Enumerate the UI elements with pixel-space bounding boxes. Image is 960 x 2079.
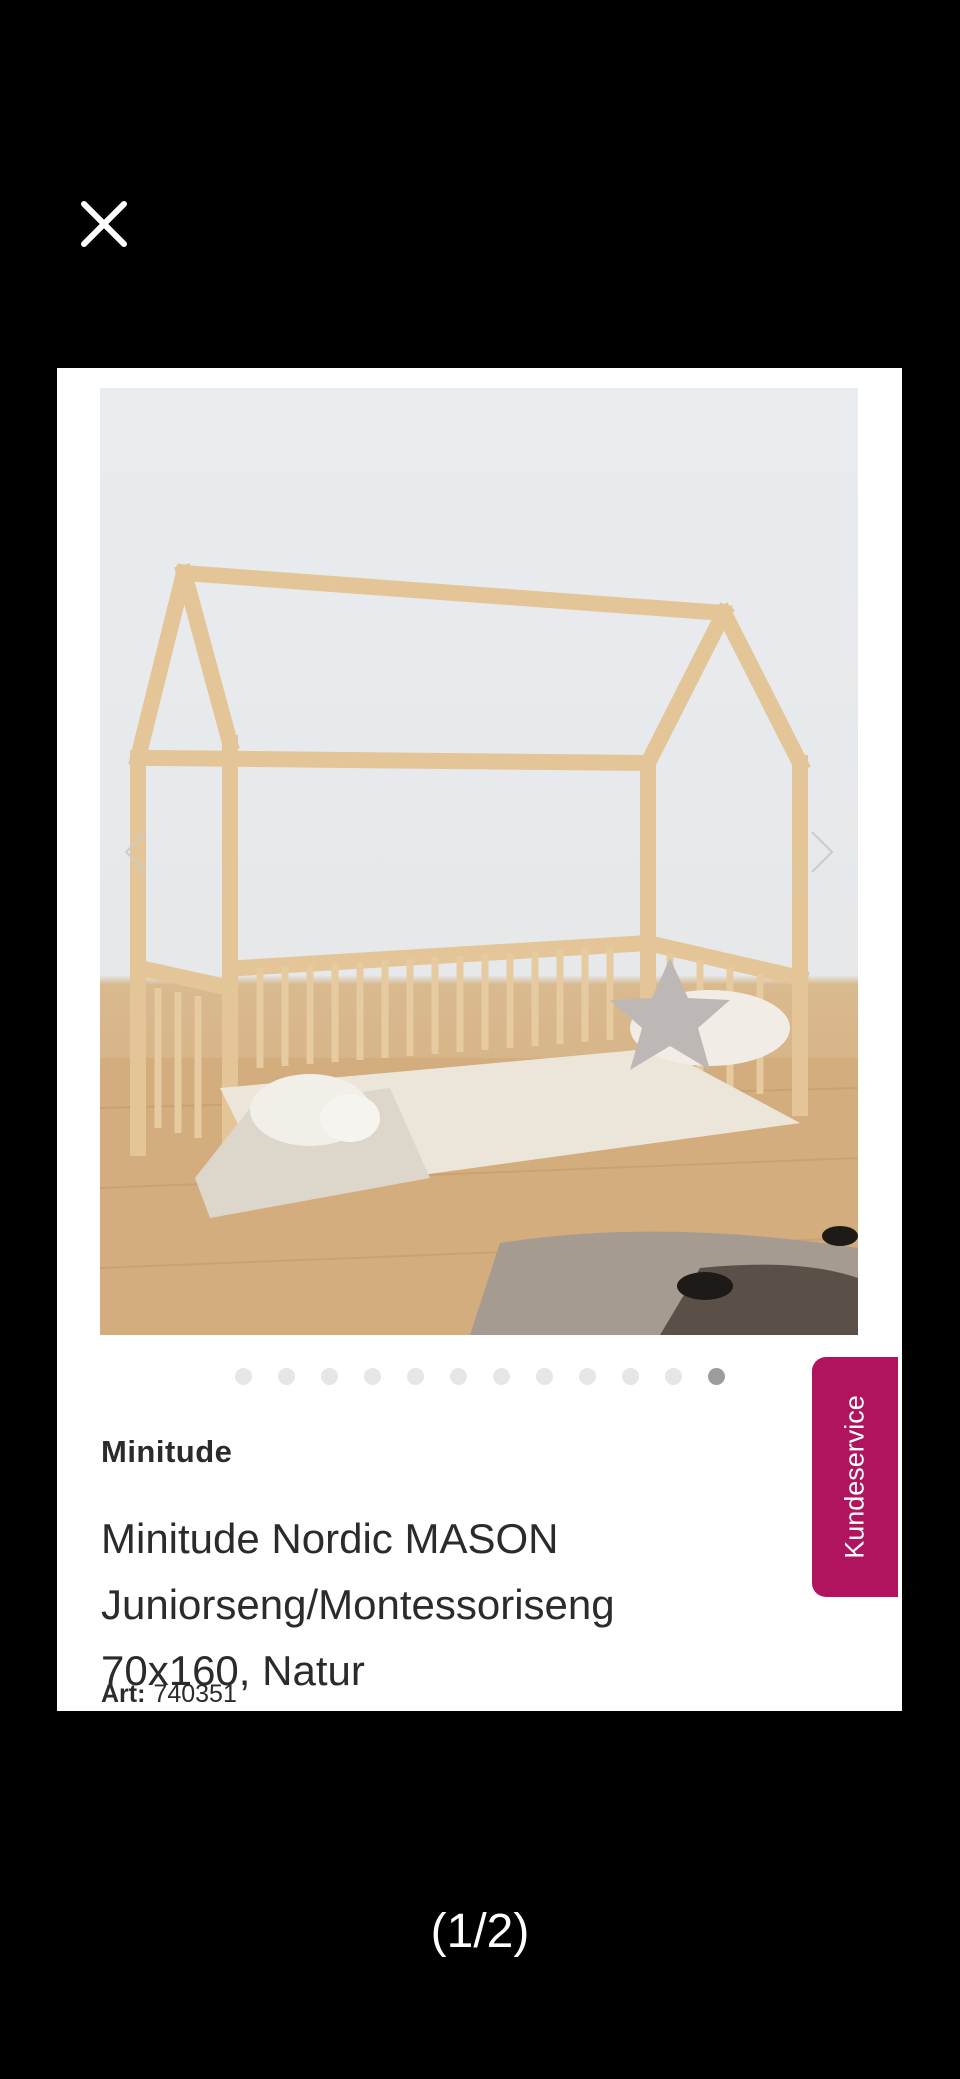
house-bed-illustration bbox=[100, 563, 858, 1335]
gallery-dot[interactable] bbox=[277, 1368, 295, 1385]
prev-image-button[interactable] bbox=[122, 828, 150, 876]
gallery-dot[interactable] bbox=[363, 1368, 381, 1385]
product-image[interactable] bbox=[100, 388, 858, 1335]
chevron-right-icon bbox=[811, 831, 834, 873]
gallery-dot[interactable] bbox=[406, 1368, 424, 1385]
close-button[interactable] bbox=[78, 198, 130, 250]
product-brand: Minitude bbox=[101, 1434, 233, 1469]
gallery-dot[interactable] bbox=[492, 1368, 510, 1385]
article-label: Art: bbox=[101, 1680, 146, 1708]
gallery-dot[interactable] bbox=[664, 1368, 682, 1385]
customer-service-tab[interactable]: Kundeservice bbox=[812, 1357, 898, 1597]
gallery-dot[interactable] bbox=[707, 1368, 725, 1385]
gallery-dot[interactable] bbox=[449, 1368, 467, 1385]
product-title-line: Juniorseng/Montessoriseng bbox=[101, 1581, 615, 1629]
product-title-line: Minitude Nordic MASON bbox=[101, 1515, 559, 1563]
gallery-dot[interactable] bbox=[234, 1368, 252, 1385]
gallery-dot[interactable] bbox=[535, 1368, 553, 1385]
product-title: Minitude Nordic MASON Juniorseng/Montess… bbox=[101, 1506, 741, 1704]
gallery-pagination bbox=[57, 1368, 902, 1388]
customer-service-label: Kundeservice bbox=[839, 1395, 870, 1559]
chevron-left-icon bbox=[124, 831, 147, 873]
article-value: 740351 bbox=[153, 1680, 237, 1708]
gallery-dot[interactable] bbox=[578, 1368, 596, 1385]
article-number: Art: 740351 bbox=[101, 1680, 237, 1709]
next-image-button[interactable] bbox=[808, 828, 836, 876]
image-counter: (1/2) bbox=[430, 1905, 530, 1958]
gallery-dot[interactable] bbox=[320, 1368, 338, 1385]
product-card: Minitude Minitude Nordic MASON Juniorsen… bbox=[57, 368, 902, 1711]
close-icon bbox=[81, 201, 127, 247]
gallery-dot[interactable] bbox=[621, 1368, 639, 1385]
